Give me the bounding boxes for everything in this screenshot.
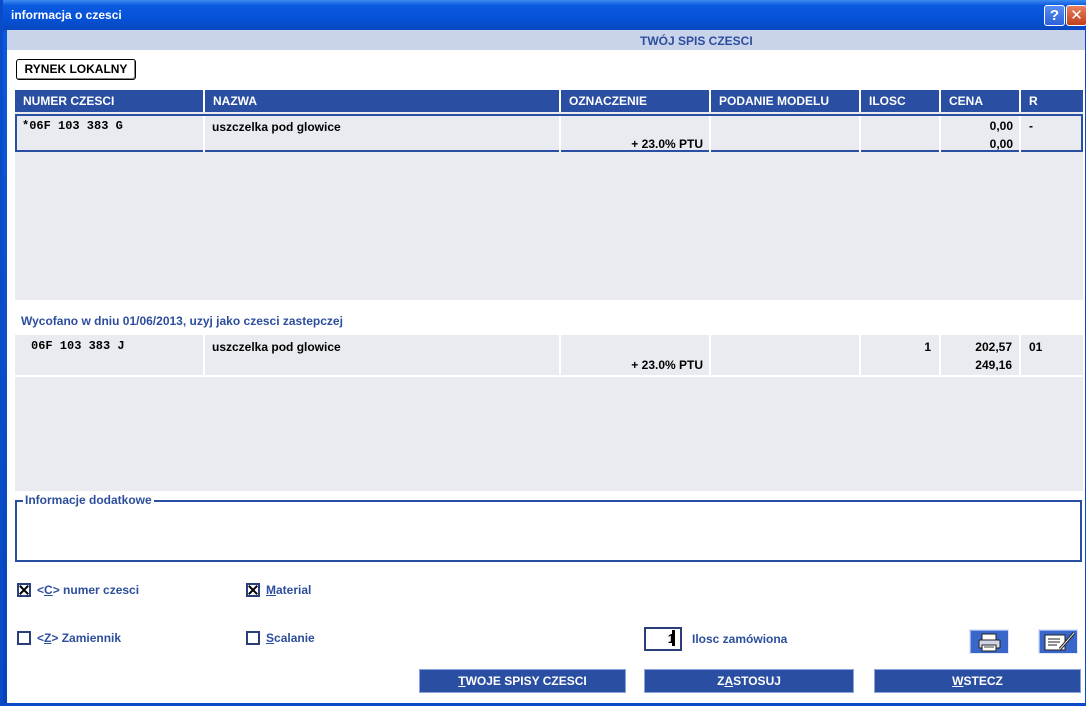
merge-checkbox[interactable] xyxy=(246,631,260,645)
label-text: > Zamiennik xyxy=(51,631,122,645)
price-gross: 0,00 xyxy=(989,137,1013,151)
tax-label: + 23.0% PTU xyxy=(631,137,703,151)
material-option-label[interactable]: Material xyxy=(266,583,311,597)
r-cell: 01 xyxy=(1029,340,1043,354)
price-net: 202,57 xyxy=(975,340,1012,354)
merge-option-label[interactable]: Scalanie xyxy=(266,631,315,645)
substitute-checkbox[interactable] xyxy=(17,631,31,645)
part-info-window: informacja o czesci ? ✕ TWÓJ SPIS CZESCI… xyxy=(0,0,1086,706)
qty-value: 1 xyxy=(924,340,931,354)
edit-document-icon xyxy=(1044,632,1076,651)
qty-cell: 1 xyxy=(861,335,941,375)
designation-cell: + 23.0% PTU xyxy=(561,335,711,375)
table-header: NUMER CZESCI NAZWA OZNACZENIE PODANIE MO… xyxy=(15,90,1083,112)
additional-info-legend: Informacje dodatkowe xyxy=(23,493,154,507)
button-label: STOSUJ xyxy=(733,674,781,688)
local-market-button[interactable]: RYNEK LOKALNY xyxy=(16,59,136,80)
print-button[interactable] xyxy=(969,629,1009,654)
replaced-notice: Wycofano w dniu 01/06/2013, uzyj jako cz… xyxy=(21,314,343,328)
substitute-option-label[interactable]: <Z> Zamiennik xyxy=(37,631,121,645)
additional-info-box[interactable]: Informacje dodatkowe xyxy=(15,493,1082,562)
hotkey-letter: T xyxy=(458,674,466,688)
model-cell xyxy=(711,335,861,375)
price-cell: 0,00 0,00 xyxy=(941,116,1021,152)
replacement-table: 06F 103 383 J uszczelka pod glowice + 23… xyxy=(15,335,1083,491)
col-name[interactable]: NAZWA xyxy=(205,90,561,112)
subtitle: TWÓJ SPIS CZESCI xyxy=(640,34,753,48)
button-label: WOJE SPISY CZESCI xyxy=(465,674,587,688)
title-bar[interactable]: informacja o czesci ? ✕ xyxy=(3,0,1086,30)
hotkey-letter: S xyxy=(266,631,275,645)
button-label: STECZ xyxy=(963,674,1003,688)
edit-button[interactable] xyxy=(1038,629,1078,654)
part-number-option-label[interactable]: <C> numer czesci xyxy=(37,583,139,597)
col-qty[interactable]: ILOSC xyxy=(861,90,941,112)
part-number-checkbox[interactable] xyxy=(17,583,31,597)
window-title: informacja o czesci xyxy=(11,8,122,22)
col-price[interactable]: CENA xyxy=(941,90,1021,112)
col-designation[interactable]: OZNACZENIE xyxy=(561,90,711,112)
label-prefix: < xyxy=(37,583,45,597)
row-divider xyxy=(15,375,1083,377)
hotkey-letter: M xyxy=(266,583,276,597)
price-cell: 202,57 249,16 xyxy=(941,335,1021,375)
text-caret xyxy=(672,630,675,646)
label-text: aterial xyxy=(276,583,312,597)
col-part-number[interactable]: NUMER CZESCI xyxy=(15,90,205,112)
part-number-cell: 06F 103 383 J xyxy=(15,335,205,375)
part-number-cell: *06F 103 383 G xyxy=(17,116,205,152)
your-parts-lists-button[interactable]: TWOJE SPISY CZESCI xyxy=(419,669,626,693)
order-quantity-input[interactable]: 1 xyxy=(644,627,682,651)
label-text: calanie xyxy=(274,631,315,645)
client-area: TWÓJ SPIS CZESCI RYNEK LOKALNY NUMER CZE… xyxy=(7,30,1085,703)
printer-icon xyxy=(978,633,1001,652)
hotkey-letter: A xyxy=(724,674,734,688)
close-button[interactable]: ✕ xyxy=(1066,5,1086,26)
hotkey-letter: W xyxy=(952,674,964,688)
label-text: > numer czesci xyxy=(52,583,140,597)
qty-cell xyxy=(861,116,941,152)
subtitle-bar: TWÓJ SPIS CZESCI xyxy=(7,30,1085,50)
order-quantity-label: Ilosc zamówiona xyxy=(692,632,788,646)
hotkey-letter: C xyxy=(44,583,53,597)
price-gross: 249,16 xyxy=(975,358,1012,372)
r-cell: - xyxy=(1029,119,1033,133)
tax-label: + 23.0% PTU xyxy=(631,358,703,372)
col-model[interactable]: PODANIE MODELU xyxy=(711,90,861,112)
model-cell xyxy=(711,116,861,152)
help-button[interactable]: ? xyxy=(1044,5,1065,26)
price-net: 0,00 xyxy=(989,119,1013,133)
apply-button[interactable]: ZASTOSUJ xyxy=(644,669,854,693)
label-prefix: < xyxy=(37,631,45,645)
back-button[interactable]: WSTECZ xyxy=(874,669,1081,693)
designation-cell: + 23.0% PTU xyxy=(561,116,711,152)
table-row[interactable]: 06F 103 383 J uszczelka pod glowice + 23… xyxy=(15,335,1083,375)
col-r[interactable]: R xyxy=(1021,90,1083,112)
name-cell: uszczelka pod glowice xyxy=(205,116,561,152)
material-checkbox[interactable] xyxy=(246,583,260,597)
parts-table: NUMER CZESCI NAZWA OZNACZENIE PODANIE MO… xyxy=(15,90,1083,300)
table-row[interactable]: *06F 103 383 G uszczelka pod glowice + 2… xyxy=(15,114,1083,152)
name-cell: uszczelka pod glowice xyxy=(205,335,561,375)
